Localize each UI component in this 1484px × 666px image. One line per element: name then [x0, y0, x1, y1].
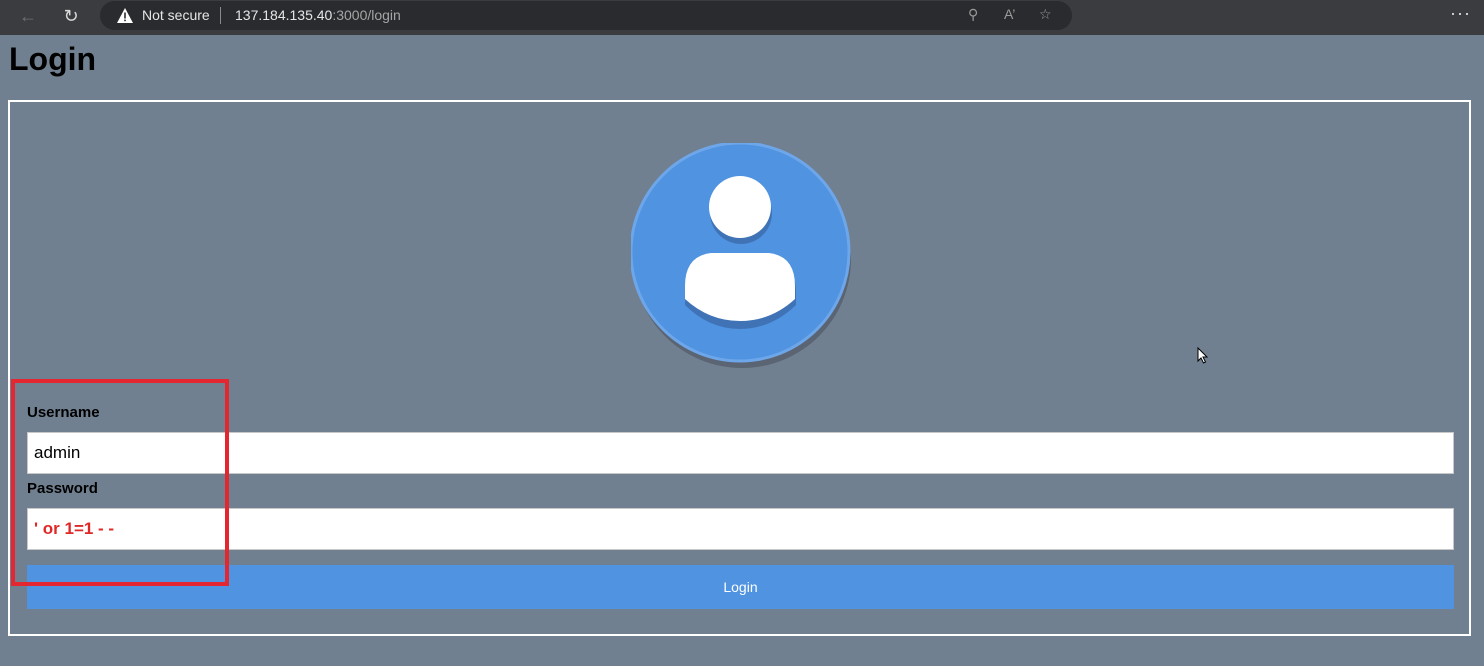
mouse-cursor-icon	[1197, 347, 1209, 364]
url-text[interactable]: 137.184.135.40:3000/login	[235, 7, 401, 23]
favorite-add-icon[interactable]: ☆	[1039, 6, 1052, 23]
security-status[interactable]: Not secure	[142, 7, 210, 23]
address-bar[interactable]: Not secure 137.184.135.40:3000/login ⚲ A…	[100, 1, 1072, 30]
more-menu-icon[interactable]: ···	[1450, 3, 1471, 24]
warning-triangle-icon[interactable]	[117, 8, 133, 23]
user-avatar-icon	[631, 143, 851, 368]
username-input[interactable]: admin	[27, 432, 1454, 474]
page-title: Login	[9, 41, 97, 77]
browser-toolbar: ← ↻ Not secure 137.184.135.40:3000/login…	[0, 0, 1484, 35]
url-host: 137.184.135.40	[235, 7, 333, 23]
reload-icon[interactable]: ↻	[57, 4, 85, 28]
highlight-annotation	[11, 379, 229, 586]
back-arrow-icon[interactable]: ←	[14, 4, 42, 28]
login-button[interactable]: Login	[27, 565, 1454, 609]
read-aloud-icon[interactable]: A’	[1004, 6, 1015, 22]
password-input[interactable]: ' or 1=1 - -	[27, 508, 1454, 550]
key-icon[interactable]: ⚲	[968, 6, 978, 23]
address-divider	[220, 7, 221, 24]
url-path: :3000/login	[332, 7, 401, 23]
